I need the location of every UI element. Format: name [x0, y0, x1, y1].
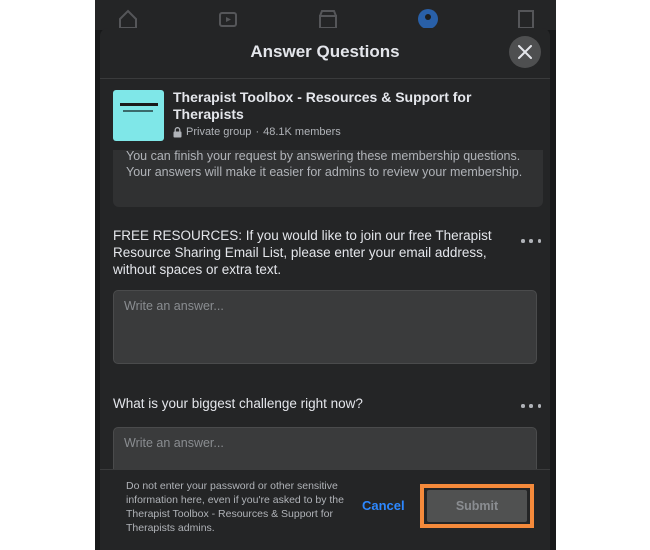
thumbnail-logo-text — [120, 103, 158, 106]
home-icon[interactable] — [117, 8, 139, 30]
question-2-text: What is your biggest challenge right now… — [113, 396, 363, 411]
more-icon-dot — [529, 239, 533, 243]
close-button[interactable] — [509, 36, 541, 68]
dialog-title: Answer Questions — [250, 42, 400, 61]
groups-icon[interactable] — [417, 8, 439, 30]
more-icon — [521, 404, 525, 408]
pages-icon[interactable] — [515, 8, 537, 30]
question-1-more-button[interactable] — [521, 234, 541, 248]
group-thumbnail — [113, 90, 164, 141]
more-icon-dot — [537, 239, 541, 243]
group-name: Therapist Toolbox - Resources & Support … — [173, 89, 472, 122]
more-icon-dot — [529, 404, 533, 408]
more-icon-dot — [537, 404, 541, 408]
dialog-header: Answer Questions — [100, 28, 550, 79]
phone-screen: Answer Questions Therapist Toolbox - Res… — [95, 0, 556, 550]
answer-questions-dialog: Answer Questions Therapist Toolbox - Res… — [100, 28, 550, 550]
more-icon — [521, 239, 525, 243]
password-warning: Do not enter your password or other sens… — [126, 480, 344, 534]
group-member-count: 48.1K members — [263, 126, 341, 138]
group-meta: Private group · 48.1K members — [173, 126, 341, 138]
thumbnail-logo-subtext — [123, 110, 153, 112]
group-privacy: Private group — [186, 126, 252, 138]
marketplace-icon[interactable] — [317, 8, 339, 30]
membership-info-box: You can finish your request by answering… — [113, 149, 543, 207]
cancel-button[interactable]: Cancel — [362, 498, 405, 513]
top-navigation-bar — [95, 0, 556, 30]
lock-icon — [173, 126, 182, 137]
submit-button[interactable]: Submit — [427, 490, 527, 522]
question-1-text: FREE RESOURCES: If you would like to joi… — [113, 228, 492, 277]
meta-separator: · — [255, 126, 260, 138]
watch-icon[interactable] — [217, 8, 239, 30]
membership-info-text: You can finish your request by answering… — [126, 149, 523, 179]
dialog-footer: Do not enter your password or other sens… — [100, 469, 550, 550]
close-icon — [518, 45, 532, 59]
question-1-answer-input[interactable]: Write an answer... — [113, 290, 537, 364]
question-2-more-button[interactable] — [521, 399, 541, 413]
